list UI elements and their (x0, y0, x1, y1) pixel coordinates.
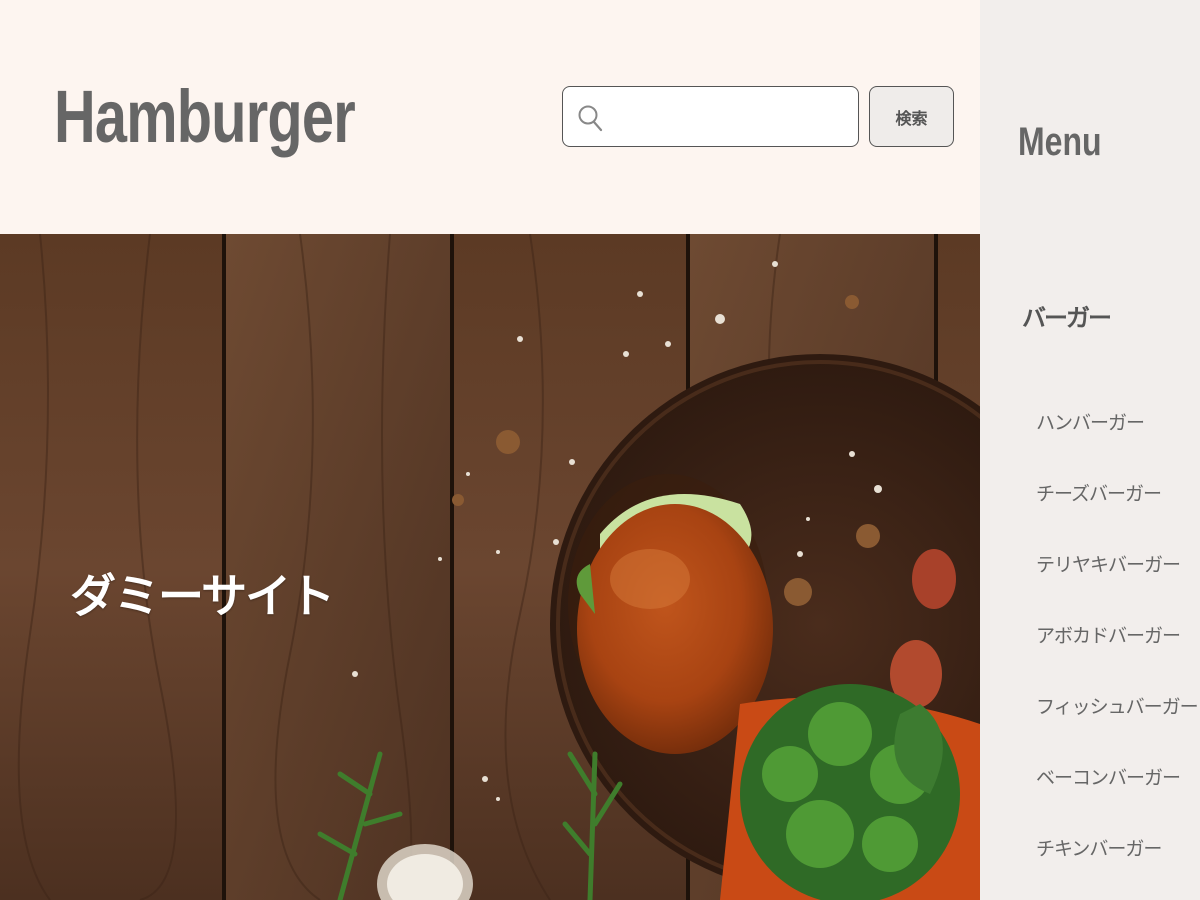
menu-category-title: バーガー (1022, 304, 1112, 332)
menu-item-fish-burger[interactable]: フィッシュバーガー (1036, 688, 1199, 759)
menu-item-teriyaki-burger[interactable]: テリヤキバーガー (1036, 546, 1198, 617)
search-button[interactable]: 検索 (869, 86, 954, 147)
sidebar-title: Menu (1018, 120, 1102, 164)
search-input[interactable] (613, 97, 848, 137)
search-icon (578, 105, 603, 132)
search-box[interactable] (562, 86, 859, 147)
site-header: Hamburger 検索 (0, 0, 980, 234)
menu-item-hamburger[interactable]: ハンバーガー (1036, 404, 1198, 475)
sidebar: Menu バーガー ハンバーガー チーズバーガー テリヤキバーガー アボカドバー… (980, 0, 1200, 900)
hero-image: ダミーサイト (0, 234, 980, 900)
menu-item-avocado-burger[interactable]: アボカドバーガー (1036, 617, 1198, 688)
menu-item-chicken-burger[interactable]: チキンバーガー (1036, 830, 1198, 900)
menu-list: ハンバーガー チーズバーガー テリヤキバーガー アボカドバーガー フィッシュバー… (1036, 404, 1199, 900)
hero-title: ダミーサイト (70, 569, 335, 623)
site-logo[interactable]: Hamburger (54, 80, 356, 154)
menu-item-cheeseburger[interactable]: チーズバーガー (1036, 475, 1198, 546)
menu-item-bacon-burger[interactable]: ベーコンバーガー (1036, 759, 1198, 830)
